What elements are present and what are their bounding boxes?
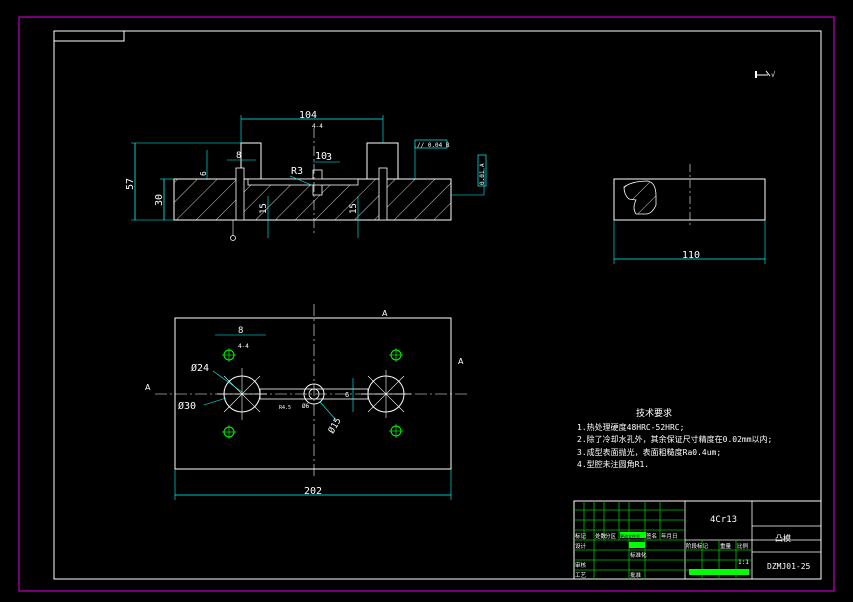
tb-label-zone: 分区 [605, 532, 617, 540]
dim-dia15: Ø15 [326, 416, 344, 436]
dim-fifteen-left: 15 [259, 203, 269, 214]
dim-side-height: 57 [125, 178, 136, 190]
roughness-mark: √ [771, 71, 776, 79]
tb-label-scale: 比例 [737, 542, 749, 550]
technical-notes: 技术要求 1.热处理硬度48HRC-52HRC; 2.除了冷却水孔外，其余保证尺… [577, 407, 772, 469]
pin-hole-br [389, 424, 403, 438]
pin-hole-tr [389, 348, 403, 362]
tb-label-date: 年月日 [661, 532, 678, 540]
dim-small-left: 8 [236, 151, 241, 161]
cad-drawing-sheet: √ 104 4-4 57 30 8 6 R3 10 3 15 15 // 0.0… [18, 16, 835, 592]
tb-material: 4Cr13 [710, 515, 737, 525]
dim-fifteen-right: 15 [349, 203, 359, 214]
dim-dia6: Ø6 [302, 403, 310, 410]
dim-top-sub: 4-4 [312, 123, 323, 130]
tb-part-name: 凸模 [775, 533, 791, 543]
dim-ch-left: 6 [199, 171, 208, 176]
dim-top-width: 104 [299, 110, 317, 121]
tb-label-sign: 签名 [646, 532, 657, 540]
corner-code-box [53, 30, 125, 42]
tb-label-process: 工艺 [575, 572, 587, 579]
dim-dia24: Ø24 [191, 362, 209, 374]
plan-outline [174, 317, 452, 470]
note-item-2: 2.除了冷却水孔外，其余保证尺寸精度在0.02mm以内; [577, 434, 772, 444]
pin-hole-tl [222, 348, 236, 362]
dim-r45: R4.5 [279, 405, 291, 411]
note-item-3: 3.成型表面抛光，表面粗糙度Ra0.4um; [577, 447, 721, 457]
dim-side-thickness: 30 [154, 194, 165, 206]
gdt-flatness: // 0.04 B [417, 142, 450, 149]
notes-title: 技术要求 [636, 407, 672, 419]
tb-label-mark: 标记 [575, 532, 587, 540]
tb-label-weight: 重量 [720, 542, 732, 550]
dim-side-width: 110 [682, 250, 700, 261]
tb-label-change: 更改文件号 [620, 533, 640, 539]
note-item-4: 4.型腔未注圆角R1. [577, 459, 649, 469]
inner-frame-border [53, 30, 822, 580]
tb-scale-value: 1:1 [738, 559, 749, 566]
water-hole-left [235, 167, 245, 221]
dim-three: 3 [326, 152, 332, 163]
tb-label-standard: 标准化 [630, 551, 647, 559]
dim-plan-sub: 4-4 [238, 343, 249, 350]
roughness-symbol-icon: √ [755, 70, 776, 79]
tb-label-review: 审核 [575, 561, 587, 569]
section-mark-top: A [382, 309, 388, 318]
plan-view: A A A 8 4-4 Ø24 Ø30 R4.5 Ø15 6 Ø6 202 [145, 304, 470, 500]
dim-radius-r3: R3 [291, 166, 303, 177]
water-hole-right [378, 167, 388, 221]
gdt-box: 0.01 A [479, 163, 486, 185]
front-section-view: 104 4-4 57 30 8 6 R3 10 3 15 15 // 0.04 … [125, 110, 487, 241]
runner-groove [247, 178, 359, 186]
section-mark-right: A [458, 357, 464, 366]
pin-hole-bl [222, 425, 236, 439]
section-mark-left: A [145, 383, 151, 392]
outer-sheet-border [18, 16, 835, 592]
tb-label-approve: 批准 [630, 571, 642, 579]
side-view: 110 [613, 164, 766, 264]
tb-label-design: 设计 [575, 542, 587, 550]
tb-drawing-no: DZMJ01-25 [767, 562, 811, 571]
title-block: 标记 处数 分区 更改文件号 签名 年月日 设计 审核 工艺 标准化 批准 阶段… [573, 500, 822, 580]
note-item-1: 1.热处理硬度48HRC-52HRC; [577, 422, 684, 432]
dim-six: 6 [345, 391, 349, 399]
dim-plan-small: 8 [238, 326, 243, 336]
dim-dia30: Ø30 [178, 400, 196, 412]
dim-plan-width: 202 [304, 486, 322, 497]
tb-label-stage: 阶段标记 [686, 542, 709, 550]
